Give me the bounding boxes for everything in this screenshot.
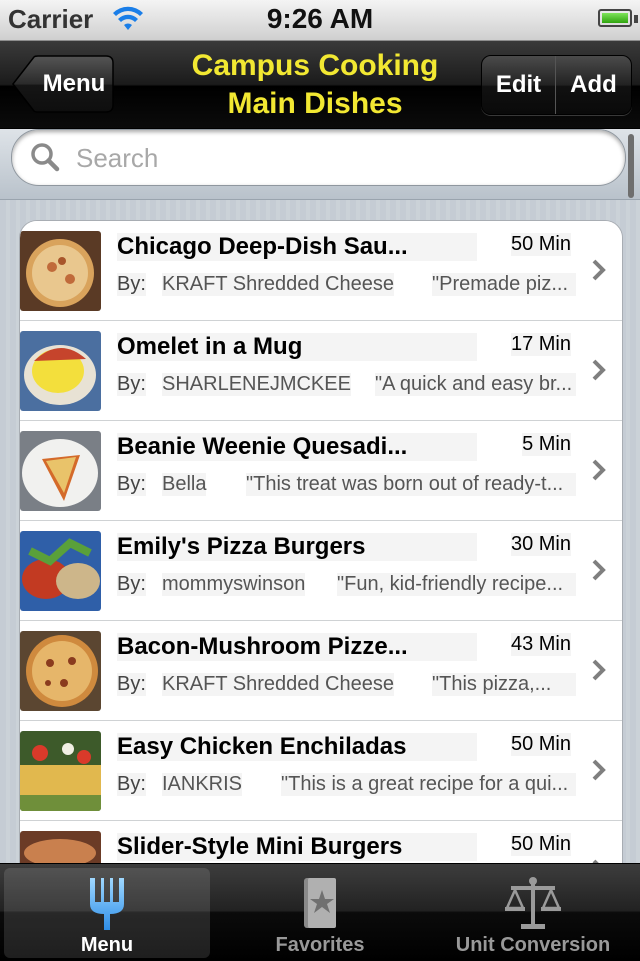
recipe-thumbnail	[20, 631, 101, 711]
tab-label: Menu	[80, 934, 134, 956]
recipe-time: 5 Min	[522, 433, 571, 456]
recipe-time: 43 Min	[510, 633, 571, 656]
recipe-thumbnail	[20, 831, 101, 863]
recipe-description: "This pizza,...	[432, 673, 576, 696]
recipe-thumbnail	[20, 331, 101, 411]
recipe-description: "Fun, kid-friendly recipe...	[337, 573, 576, 596]
recipe-title: Omelet in a Mug	[117, 333, 477, 361]
clock: 9:26 AM	[266, 3, 374, 34]
scroll-indicator[interactable]	[628, 134, 634, 198]
recipe-author: Bella	[162, 473, 207, 496]
recipe-title: Easy Chicken Enchiladas	[117, 733, 477, 761]
recipe-time: 17 Min	[510, 333, 571, 356]
recipe-table: Chicago Deep-Dish Sau... 50 Min By: KRAF…	[19, 220, 623, 863]
recipe-list-area: Chicago Deep-Dish Sau... 50 Min By: KRAF…	[0, 200, 640, 863]
recipe-title: Beanie Weenie Quesadi...	[117, 433, 477, 461]
recipe-row[interactable]: Bacon-Mushroom Pizze... 43 Min By: KRAFT…	[20, 621, 622, 721]
recipe-author: mommyswinson	[162, 573, 306, 596]
chevron-right-icon	[592, 459, 606, 481]
fork-icon	[90, 878, 124, 930]
recipe-thumbnail	[20, 531, 101, 611]
recipe-row[interactable]: Easy Chicken Enchiladas 50 Min By: IANKR…	[20, 721, 622, 821]
recipe-by-label: By:	[117, 473, 146, 496]
tab-favorites[interactable]: Favorites	[217, 868, 423, 958]
search-icon	[31, 143, 60, 172]
recipe-row[interactable]: Omelet in a Mug 17 Min By: SHARLENEJMCKE…	[20, 321, 622, 421]
recipe-thumbnail	[20, 231, 101, 311]
search-bar	[0, 129, 640, 200]
recipe-description: "A quick and easy br...	[375, 373, 576, 396]
recipe-thumbnail	[20, 431, 101, 511]
chevron-right-icon	[592, 759, 606, 781]
recipe-by-label: By:	[117, 773, 146, 796]
recipe-by-label: By:	[117, 573, 146, 596]
recipe-description: "This treat was born out of ready-t...	[246, 473, 576, 496]
tab-menu[interactable]: Menu	[4, 868, 210, 958]
recipe-by-label: By:	[117, 273, 146, 296]
search-field[interactable]	[11, 129, 626, 187]
back-menu-button[interactable]: Menu	[12, 55, 114, 113]
search-input[interactable]	[74, 130, 598, 187]
tab-label: Favorites	[275, 934, 365, 956]
recipe-by-label: By:	[117, 373, 146, 396]
recipe-description: "Premade piz...	[432, 273, 576, 296]
navigation-bar: Menu Campus Cooking Main Dishes Edit Add	[0, 41, 640, 129]
chevron-right-icon	[592, 359, 606, 381]
recipe-row[interactable]: Chicago Deep-Dish Sau... 50 Min By: KRAF…	[20, 221, 622, 321]
battery-icon	[598, 9, 632, 27]
recipe-time: 30 Min	[510, 533, 571, 556]
page-title: Campus Cooking Main Dishes	[140, 47, 490, 123]
scale-icon	[505, 877, 561, 929]
recipe-time: 50 Min	[510, 233, 571, 256]
recipe-author: IANKRIS	[162, 773, 243, 796]
recipe-description: "This is a great recipe for a qui...	[281, 773, 576, 796]
recipe-title: Slider-Style Mini Burgers	[117, 833, 477, 861]
recipe-time: 50 Min	[510, 833, 571, 856]
add-button[interactable]: Add	[556, 56, 631, 114]
recipe-row[interactable]: Beanie Weenie Quesadi... 5 Min By: Bella…	[20, 421, 622, 521]
tab-label: Unit Conversion	[455, 934, 611, 956]
recipe-thumbnail	[20, 731, 101, 811]
recipe-time: 50 Min	[510, 733, 571, 756]
recipe-title: Bacon-Mushroom Pizze...	[117, 633, 477, 661]
recipe-author: SHARLENEJMCKEE	[162, 373, 351, 396]
battery-cap	[634, 15, 638, 23]
title-line-2: Main Dishes	[227, 87, 403, 120]
recipe-title: Chicago Deep-Dish Sau...	[117, 233, 477, 261]
tab-unit-conversion[interactable]: Unit Conversion	[430, 868, 636, 958]
tab-bar: Menu Favorites Unit Conversion	[0, 863, 640, 961]
back-button-label: Menu	[42, 70, 106, 97]
chevron-right-icon	[592, 259, 606, 281]
recipe-author: KRAFT Shredded Cheese	[162, 673, 394, 696]
recipe-by-label: By:	[117, 673, 146, 696]
edit-button[interactable]: Edit	[482, 56, 556, 114]
recipe-title: Emily's Pizza Burgers	[117, 533, 477, 561]
chevron-right-icon	[592, 659, 606, 681]
recipe-author: KRAFT Shredded Cheese	[162, 273, 394, 296]
recipe-row[interactable]: Emily's Pizza Burgers 30 Min By: mommysw…	[20, 521, 622, 621]
status-bar: Carrier 9:26 AM	[0, 0, 640, 41]
chevron-right-icon	[592, 559, 606, 581]
title-line-1: Campus Cooking	[191, 49, 439, 82]
recipe-row[interactable]: Slider-Style Mini Burgers 50 Min	[20, 821, 622, 863]
edit-add-segment: Edit Add	[481, 55, 632, 115]
star-book-icon	[304, 878, 336, 928]
